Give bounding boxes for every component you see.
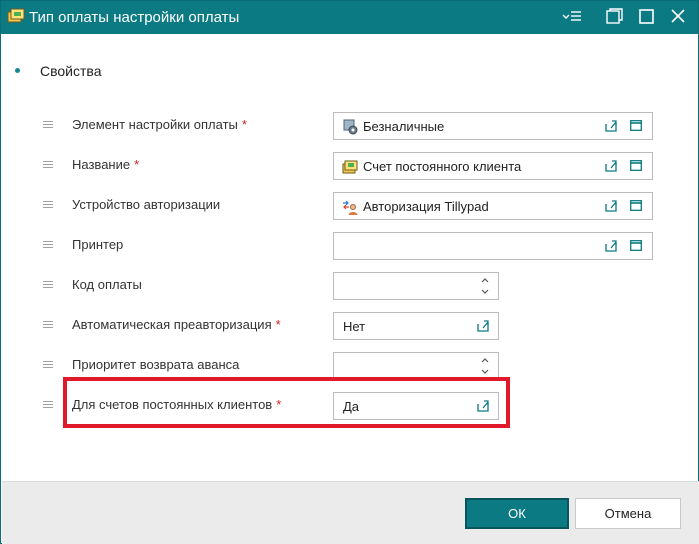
drag-handle-icon[interactable] [43, 361, 53, 369]
maximize-icon[interactable] [636, 7, 658, 27]
property-row: Название * Счет постоянного клиента [1, 149, 698, 181]
required-marker: * [134, 157, 140, 172]
open-link-icon[interactable] [604, 199, 618, 213]
required-marker: * [275, 317, 281, 332]
required-marker: * [241, 117, 247, 132]
drag-handle-icon[interactable] [43, 241, 53, 249]
section-title: Свойства [40, 63, 102, 79]
property-row: Элемент настройки оплаты * Безналичные [1, 109, 698, 141]
menu-icon[interactable] [561, 7, 583, 27]
property-row: Автоматическая преавторизация * Нет [1, 309, 698, 341]
open-link-icon[interactable] [604, 119, 618, 133]
property-label: Элемент настройки оплаты * [72, 117, 247, 132]
window-icon[interactable] [630, 160, 642, 171]
restore-icon[interactable] [604, 7, 626, 27]
property-label: Код оплаты [72, 277, 142, 292]
field-value: Авторизация Tillypad [363, 199, 489, 214]
printer-field[interactable] [333, 232, 653, 260]
field-value: Нет [343, 319, 366, 334]
property-label: Название * [72, 157, 140, 172]
dropdown-icon[interactable] [476, 319, 490, 333]
app-icon [7, 8, 25, 23]
auth-device-icon [343, 200, 358, 215]
drag-handle-icon[interactable] [43, 161, 53, 169]
window-icon[interactable] [630, 240, 642, 251]
spinner-icon[interactable] [480, 275, 490, 297]
close-icon[interactable] [667, 7, 689, 27]
auto-preauth-select[interactable]: Нет [333, 312, 499, 340]
drag-handle-icon[interactable] [43, 121, 53, 129]
property-row: Принтер [1, 229, 698, 261]
window-icon[interactable] [630, 120, 642, 131]
advance-refund-priority-input[interactable] [333, 352, 499, 380]
title-bar: Тип оплаты настройки оплаты [1, 1, 698, 34]
section-bullet [15, 68, 20, 73]
highlight-frame [63, 377, 510, 428]
auth-device-field[interactable]: Авторизация Tillypad [333, 192, 653, 220]
property-row: Устройство авторизации Авторизация Tilly… [1, 189, 698, 221]
payment-config-element-field[interactable]: Безналичные [333, 112, 653, 140]
money-icon [342, 160, 358, 174]
cancel-button[interactable]: Отмена [575, 498, 681, 529]
window-icon[interactable] [630, 200, 642, 211]
dialog-footer: ОК Отмена [2, 481, 699, 544]
dialog-window: Тип оплаты настройки оплаты Свойства Эле… [0, 0, 699, 544]
property-label: Приоритет возврата аванса [72, 357, 240, 372]
property-label: Принтер [72, 237, 124, 252]
drag-handle-icon[interactable] [43, 201, 53, 209]
drag-handle-icon[interactable] [43, 401, 53, 409]
window-title: Тип оплаты настройки оплаты [29, 9, 240, 26]
open-link-icon[interactable] [604, 159, 618, 173]
ok-button[interactable]: ОК [465, 498, 569, 529]
drag-handle-icon[interactable] [43, 321, 53, 329]
property-label: Устройство авторизации [72, 197, 221, 212]
field-value: Безналичные [363, 119, 445, 134]
open-link-icon[interactable] [604, 239, 618, 253]
payment-config-icon [343, 119, 358, 135]
property-label: Автоматическая преавторизация * [72, 317, 281, 332]
payment-code-input[interactable] [333, 272, 499, 300]
spinner-icon[interactable] [480, 355, 490, 377]
name-field[interactable]: Счет постоянного клиента [333, 152, 653, 180]
field-value: Счет постоянного клиента [363, 159, 522, 174]
drag-handle-icon[interactable] [43, 281, 53, 289]
property-row: Код оплаты [1, 269, 698, 301]
